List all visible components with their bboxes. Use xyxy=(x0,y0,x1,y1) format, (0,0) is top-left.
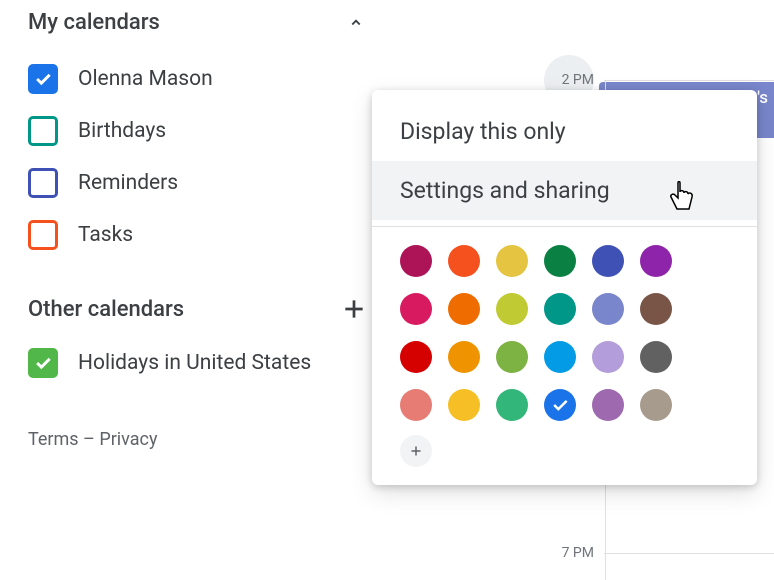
color-swatch[interactable] xyxy=(400,389,432,421)
color-picker-grid xyxy=(372,227,757,421)
other-calendar-item[interactable]: Holidays in United States xyxy=(28,337,368,389)
color-swatch[interactable] xyxy=(496,389,528,421)
color-swatch[interactable] xyxy=(448,389,480,421)
my-calendar-item[interactable]: Tasks xyxy=(28,209,368,261)
menu-settings-sharing[interactable]: Settings and sharing xyxy=(372,161,757,220)
calendar-checkbox[interactable] xyxy=(28,64,58,94)
color-swatch[interactable] xyxy=(400,245,432,277)
calendar-checkbox[interactable] xyxy=(28,168,58,198)
my-calendars-title: My calendars xyxy=(28,10,160,35)
calendar-context-menu: Display this only Settings and sharing xyxy=(372,90,757,485)
color-swatch[interactable] xyxy=(496,341,528,373)
calendar-checkbox[interactable] xyxy=(28,348,58,378)
add-calendar-button[interactable] xyxy=(340,295,368,323)
color-swatch[interactable] xyxy=(544,389,576,421)
my-calendar-item[interactable]: Olenna Mason xyxy=(28,53,368,105)
color-swatch[interactable] xyxy=(640,293,672,325)
calendar-label: Tasks xyxy=(78,223,133,247)
other-calendars-list: Holidays in United States xyxy=(28,337,368,389)
time-label-7pm: 7 PM xyxy=(562,545,594,561)
color-swatch[interactable] xyxy=(592,389,624,421)
color-swatch[interactable] xyxy=(544,245,576,277)
cursor-pointer-icon xyxy=(669,181,697,213)
color-swatch[interactable] xyxy=(592,293,624,325)
color-swatch[interactable] xyxy=(544,341,576,373)
color-swatch[interactable] xyxy=(448,245,480,277)
calendar-checkbox[interactable] xyxy=(28,116,58,146)
color-swatch[interactable] xyxy=(640,389,672,421)
privacy-link[interactable]: Privacy xyxy=(99,429,157,450)
my-calendars-header[interactable]: My calendars xyxy=(28,4,368,53)
color-swatch[interactable] xyxy=(496,245,528,277)
calendar-label: Birthdays xyxy=(78,119,166,143)
color-swatch[interactable] xyxy=(640,245,672,277)
color-swatch[interactable] xyxy=(448,293,480,325)
color-swatch[interactable] xyxy=(592,245,624,277)
my-calendar-item[interactable]: Birthdays xyxy=(28,105,368,157)
terms-link[interactable]: Terms xyxy=(28,429,79,450)
color-swatch[interactable] xyxy=(400,293,432,325)
calendar-checkbox[interactable] xyxy=(28,220,58,250)
color-swatch[interactable] xyxy=(544,293,576,325)
chevron-up-icon[interactable] xyxy=(344,11,368,35)
time-label-2pm: 2 PM xyxy=(562,72,594,88)
menu-display-only[interactable]: Display this only xyxy=(372,102,757,161)
color-swatch[interactable] xyxy=(640,341,672,373)
my-calendar-item[interactable]: Reminders xyxy=(28,157,368,209)
color-swatch[interactable] xyxy=(448,341,480,373)
other-calendars-title: Other calendars xyxy=(28,297,184,322)
calendar-label: Reminders xyxy=(78,171,178,195)
other-calendars-header[interactable]: Other calendars xyxy=(28,289,368,337)
add-custom-color-button[interactable] xyxy=(400,435,432,467)
calendar-label: Holidays in United States xyxy=(78,351,311,375)
color-swatch[interactable] xyxy=(496,293,528,325)
my-calendars-list: Olenna Mason Birthdays Reminders Tasks xyxy=(28,53,368,261)
footer-links: Terms – Privacy xyxy=(28,429,368,450)
color-swatch[interactable] xyxy=(400,341,432,373)
color-swatch[interactable] xyxy=(592,341,624,373)
calendar-label: Olenna Mason xyxy=(78,67,213,91)
